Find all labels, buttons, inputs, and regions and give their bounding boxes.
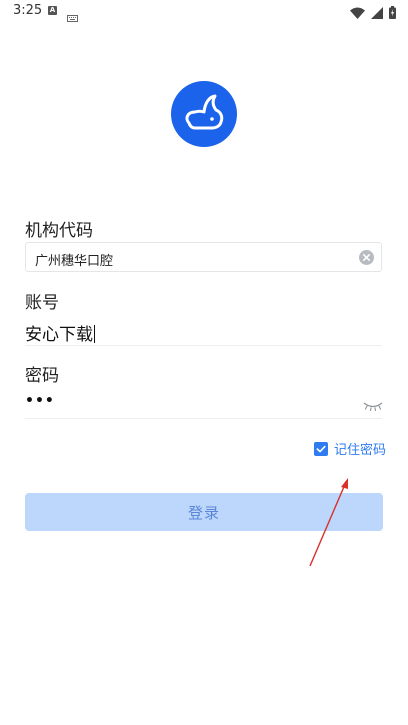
wifi-icon (350, 4, 365, 23)
battery-icon (389, 4, 396, 23)
password-underline (25, 418, 382, 419)
remember-checkbox[interactable] (314, 441, 328, 456)
account-input[interactable]: 安心下载 (25, 320, 95, 345)
keyboard-icon (67, 7, 78, 26)
signal-icon (371, 4, 383, 23)
password-input[interactable]: ••• (25, 393, 55, 409)
account-label: 账号 (25, 293, 59, 313)
status-bar: 3:25 A (0, 0, 408, 24)
eye-closed-icon[interactable] (363, 396, 383, 412)
app-logo (171, 81, 237, 147)
remember-label: 记住密码 (334, 443, 387, 458)
account-underline (25, 345, 382, 346)
clear-icon[interactable] (359, 250, 374, 265)
text-cursor (94, 325, 95, 343)
org-code-label: 机构代码 (25, 221, 93, 241)
account-value: 安心下载 (25, 325, 93, 345)
notification-a-icon: A (48, 6, 57, 15)
password-label: 密码 (25, 366, 59, 386)
remember-password-toggle[interactable]: 记住密码 (314, 439, 386, 458)
annotation-arrow-icon (309, 478, 348, 567)
org-code-input[interactable]: 广州穗华口腔 (25, 242, 382, 272)
org-code-value: 广州穗华口腔 (35, 254, 114, 269)
status-time: 3:25 (13, 3, 43, 18)
